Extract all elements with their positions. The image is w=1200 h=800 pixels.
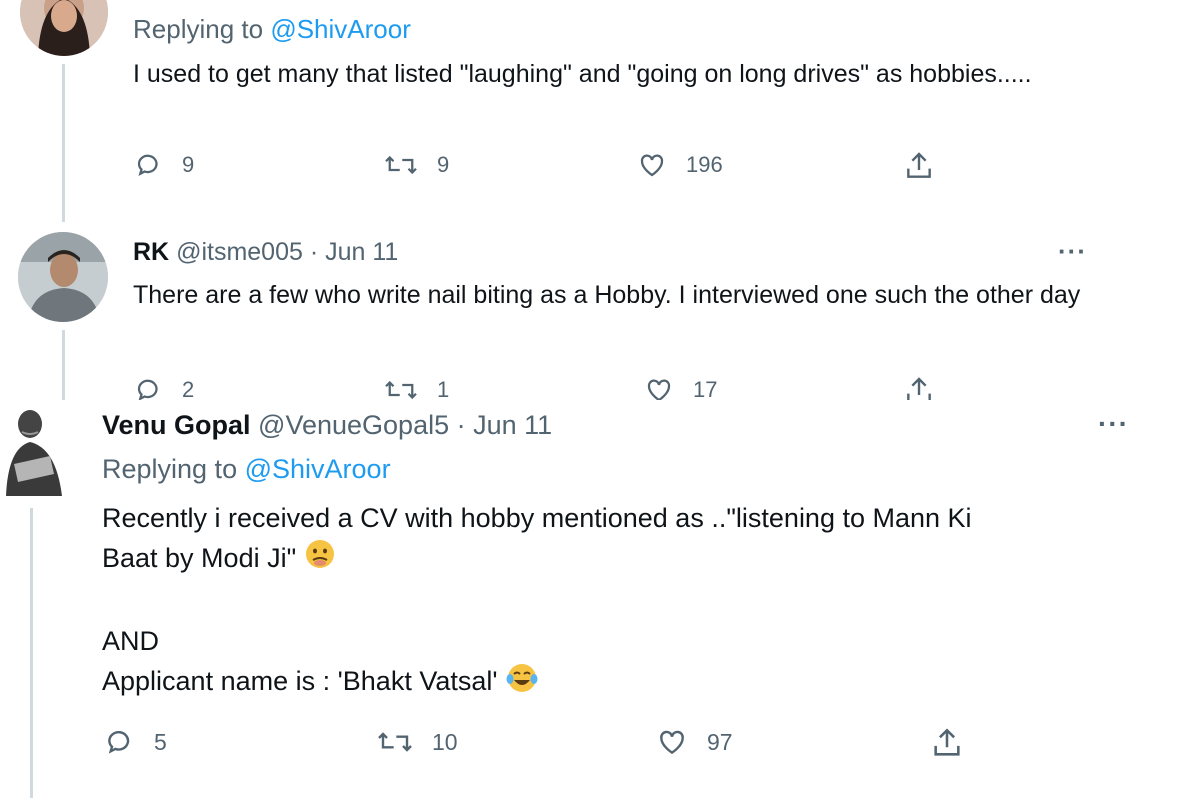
author-name[interactable]: RK	[133, 238, 169, 266]
tweet-text: There are a few who write nail biting as…	[133, 276, 1093, 314]
replying-to: Replying to @ShivAroor	[133, 14, 411, 45]
retweet-count: 9	[437, 152, 450, 177]
replying-label: Replying to	[102, 454, 238, 484]
reply-count: 9	[182, 152, 195, 177]
reply-icon	[137, 154, 158, 176]
thread-line	[62, 64, 65, 222]
like-button[interactable]: 196	[636, 150, 723, 180]
text-line-4: Applicant name is : 'Bhakt Vatsal'	[102, 666, 498, 697]
top-panel: Replying to @ShivAroor I used to get man…	[0, 0, 1200, 400]
share-icon	[907, 377, 931, 400]
avatar[interactable]	[20, 0, 108, 56]
tweet-text: I used to get many that listed "laughing…	[133, 55, 1053, 93]
like-icon	[647, 379, 671, 400]
retweet-button[interactable]: 9	[383, 150, 449, 180]
author-handle[interactable]: @itsme005 · Jun 11	[176, 238, 398, 266]
reply-button[interactable]: 5	[104, 726, 167, 758]
like-button[interactable]: 17	[643, 375, 717, 400]
share-icon	[907, 152, 931, 178]
replying-to: Replying to @ShivAroor	[102, 454, 391, 485]
reply-count: 5	[154, 728, 167, 755]
retweet-icon	[385, 380, 417, 400]
bottom-panel: Venu Gopal @VenueGopal5 · Jun 11 ··· Rep…	[0, 400, 1200, 800]
like-count: 17	[693, 377, 718, 400]
reply-count: 2	[182, 377, 195, 400]
tweet-text-line: Baat by Modi Ji"	[102, 538, 1142, 581]
retweet-icon	[378, 732, 412, 752]
reply-button[interactable]: 9	[134, 150, 194, 180]
reply-button[interactable]: 2	[134, 375, 194, 400]
like-count: 97	[707, 728, 733, 755]
like-icon	[640, 154, 664, 177]
retweet-count: 10	[432, 728, 458, 755]
action-bar: 9 9 196	[0, 150, 1200, 190]
avatar-photo	[20, 0, 108, 56]
avatar-photo	[18, 232, 108, 322]
tweet-text-content: There are a few who write nail biting as…	[133, 281, 1081, 309]
nauseated-face-emoji-icon	[304, 538, 336, 581]
tweet-text-line: AND	[102, 621, 1142, 661]
like-count: 196	[686, 152, 723, 177]
retweet-icon	[385, 155, 417, 175]
tweet-text: Recently i received a CV with hobby ment…	[102, 498, 1142, 705]
mention-link[interactable]: @ShivAroor	[270, 14, 411, 44]
tweet-text-content: I used to get many that listed "laughing…	[133, 60, 1032, 88]
share-icon	[934, 728, 960, 756]
action-bar: 5 10 97	[0, 726, 1200, 766]
avatar[interactable]	[0, 404, 68, 496]
replying-label: Replying to	[133, 14, 264, 44]
tweet-text-blank	[102, 581, 1142, 621]
avatar[interactable]	[18, 232, 108, 322]
author-handle[interactable]: @VenueGopal5 · Jun 11	[258, 410, 552, 440]
like-icon	[660, 730, 684, 755]
text-line-3: AND	[102, 626, 160, 657]
share-button[interactable]	[903, 375, 935, 400]
reply-icon	[137, 379, 158, 400]
tweet-header: RK @itsme005 · Jun 11	[133, 238, 398, 267]
text-line-2: Baat by Modi Ji"	[102, 543, 297, 573]
like-button[interactable]: 97	[655, 726, 733, 758]
retweet-button[interactable]: 1	[383, 375, 449, 400]
tears-of-joy-emoji-icon	[505, 662, 539, 705]
tweet-header: Venu Gopal @VenueGopal5 · Jun 11	[102, 410, 552, 441]
retweet-count: 1	[437, 377, 450, 400]
more-button[interactable]: ···	[1098, 408, 1129, 440]
share-button[interactable]	[930, 726, 964, 760]
tweet-text-line: Recently i received a CV with hobby ment…	[102, 498, 1142, 538]
reply-icon	[108, 730, 130, 754]
mention-link[interactable]: @ShivAroor	[245, 454, 391, 484]
text-line-1: Recently i received a CV with hobby ment…	[102, 503, 972, 533]
avatar-photo	[0, 404, 68, 496]
more-button[interactable]: ···	[1058, 236, 1087, 267]
retweet-button[interactable]: 10	[376, 726, 458, 758]
author-name[interactable]: Venu Gopal	[102, 410, 251, 440]
action-bar: 2 1 17	[0, 375, 1200, 400]
share-button[interactable]	[903, 150, 935, 182]
tweet-text-line: Applicant name is : 'Bhakt Vatsal'	[102, 661, 1142, 704]
